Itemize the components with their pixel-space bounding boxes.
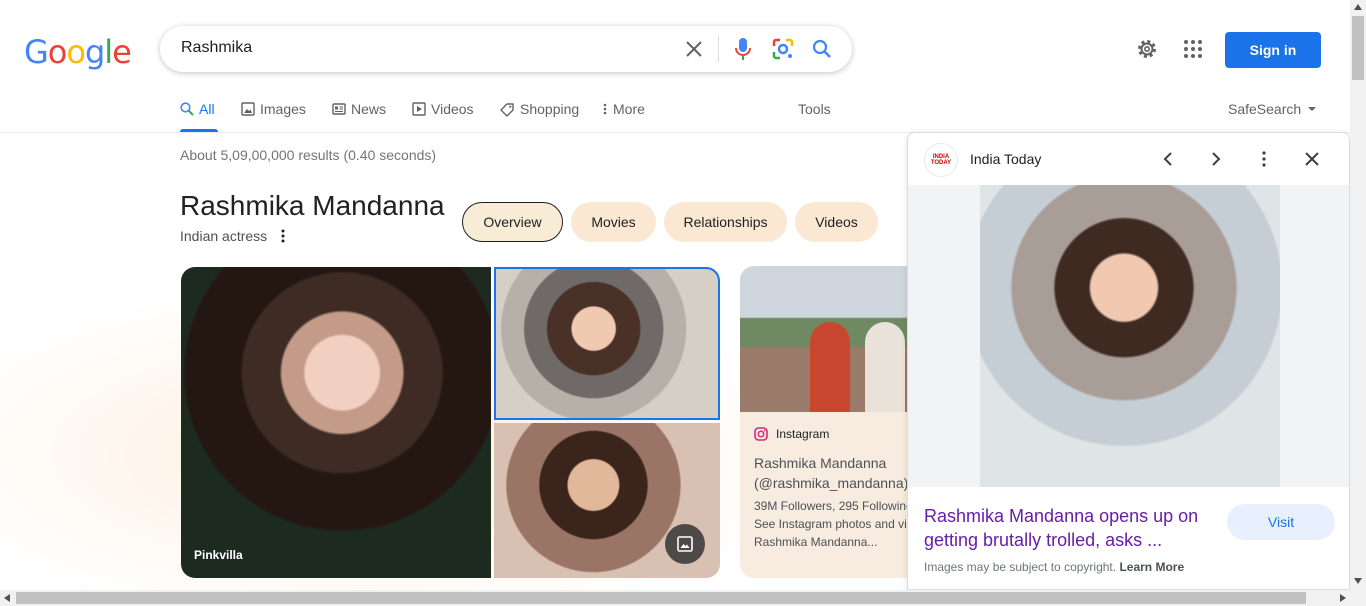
chip-overview[interactable]: Overview <box>462 202 563 242</box>
vertical-scroll-thumb[interactable] <box>1352 16 1364 80</box>
image-search-button[interactable] <box>665 524 705 564</box>
scroll-down-arrow-icon[interactable] <box>1354 578 1362 584</box>
logo-letter: G <box>24 33 49 71</box>
settings-gear-icon[interactable] <box>1135 37 1159 61</box>
instagram-source: Instagram <box>754 427 829 441</box>
thumbnail-figure <box>865 322 905 412</box>
chip-videos[interactable]: Videos <box>795 202 878 242</box>
search-box[interactable]: Rashmika <box>160 26 852 72</box>
desc-line: Rashmika Mandanna... <box>754 535 878 549</box>
logo-letter: o <box>66 33 86 71</box>
chevron-right-icon[interactable] <box>1204 147 1228 171</box>
title-line: (@rashmika_mandanna) <box>754 475 909 491</box>
video-icon <box>412 102 426 116</box>
desc-line: See Instagram photos and vi <box>754 517 907 531</box>
entity-photo-main[interactable] <box>181 267 491 578</box>
india-today-logo: INDIA TODAY <box>924 143 958 177</box>
scroll-up-arrow-icon[interactable] <box>1354 4 1362 10</box>
tab-label: Tools <box>798 101 831 117</box>
tag-icon <box>500 102 514 117</box>
scroll-right-arrow-icon[interactable] <box>1340 594 1346 602</box>
tab-shopping[interactable]: Shopping <box>500 101 579 117</box>
google-apps-icon[interactable] <box>1181 37 1205 61</box>
horizontal-scroll-thumb[interactable] <box>16 592 1306 604</box>
image-icon <box>241 102 255 116</box>
tab-news[interactable]: News <box>332 101 386 117</box>
chip-movies[interactable]: Movies <box>571 202 656 242</box>
tab-label: More <box>613 101 645 117</box>
news-icon <box>332 103 346 115</box>
google-logo[interactable]: Google <box>24 33 132 71</box>
panel-article-title[interactable]: Rashmika Mandanna opens up on getting br… <box>924 504 1214 552</box>
image-icon <box>677 536 693 552</box>
entity-subtitle: Indian actress <box>180 228 268 244</box>
more-vert-icon[interactable] <box>1252 147 1276 171</box>
search-icon <box>180 102 194 116</box>
tab-more[interactable]: More <box>602 101 645 117</box>
chevron-left-icon[interactable] <box>1156 147 1180 171</box>
safesearch-dropdown[interactable]: SafeSearch <box>1228 101 1318 117</box>
tab-label: Videos <box>431 101 474 117</box>
photo-credit: Pinkvilla <box>194 548 243 562</box>
tab-label: Shopping <box>520 101 580 117</box>
logo-letter: g <box>84 33 105 71</box>
copyright-text: Images may be subject to copyright. <box>924 560 1117 574</box>
tab-images[interactable]: Images <box>241 101 306 117</box>
result-stats: About 5,09,00,000 results (0.40 seconds) <box>180 147 437 163</box>
instagram-description: 39M Followers, 295 Following See Instagr… <box>754 497 914 551</box>
copyright-note: Images may be subject to copyright. Lear… <box>924 560 1184 574</box>
panel-preview-image[interactable] <box>980 185 1280 487</box>
tab-label: News <box>351 101 387 117</box>
more-vert-icon <box>603 103 607 115</box>
tab-videos[interactable]: Videos <box>412 101 474 117</box>
instagram-thumbnail <box>740 266 920 412</box>
thumbnail-figure <box>810 322 850 412</box>
visit-button[interactable]: Visit <box>1227 504 1335 540</box>
learn-more-link[interactable]: Learn More <box>1119 560 1184 574</box>
google-lens-icon[interactable] <box>771 37 795 61</box>
entity-photo-selected[interactable] <box>494 267 720 420</box>
microphone-icon[interactable] <box>731 37 755 61</box>
logo-letter: o <box>47 33 68 71</box>
tab-label: SafeSearch <box>1228 101 1302 117</box>
sign-in-button[interactable]: Sign in <box>1225 32 1321 68</box>
clear-icon[interactable] <box>682 37 706 61</box>
search-divider <box>718 36 719 62</box>
chip-relationships[interactable]: Relationships <box>664 202 787 242</box>
search-input[interactable]: Rashmika <box>181 39 252 57</box>
entity-title: Rashmika Mandanna <box>180 190 445 221</box>
panel-image-area <box>908 185 1349 487</box>
title-line: Rashmika Mandanna <box>754 455 887 471</box>
image-preview-panel: INDIA TODAY India Today Rashmika Mandann… <box>907 132 1350 590</box>
more-options-icon[interactable] <box>278 227 288 245</box>
desc-line: 39M Followers, 295 Following <box>754 499 913 513</box>
caret-down-icon <box>1308 107 1317 111</box>
tools-button[interactable]: Tools <box>798 101 831 117</box>
search-tabs: All Images News Videos Shopping More Too… <box>180 96 1366 132</box>
tab-all[interactable]: All <box>180 101 215 117</box>
search-icon[interactable] <box>810 37 834 61</box>
google-search-page: Google Rashmika Sign in All Images News … <box>0 0 1366 606</box>
vertical-scrollbar[interactable] <box>1350 0 1366 590</box>
panel-source-name[interactable]: India Today <box>970 151 1041 167</box>
instagram-icon <box>754 427 768 441</box>
scroll-left-arrow-icon[interactable] <box>4 594 10 602</box>
tab-label: Images <box>260 101 306 117</box>
close-icon[interactable] <box>1300 147 1324 171</box>
logo-letter: e <box>112 33 132 71</box>
instagram-title[interactable]: Rashmika Mandanna (@rashmika_mandanna) <box>754 453 914 493</box>
tab-label: All <box>199 101 215 117</box>
source-name: Instagram <box>776 427 830 441</box>
logo-letter: l <box>104 33 113 71</box>
